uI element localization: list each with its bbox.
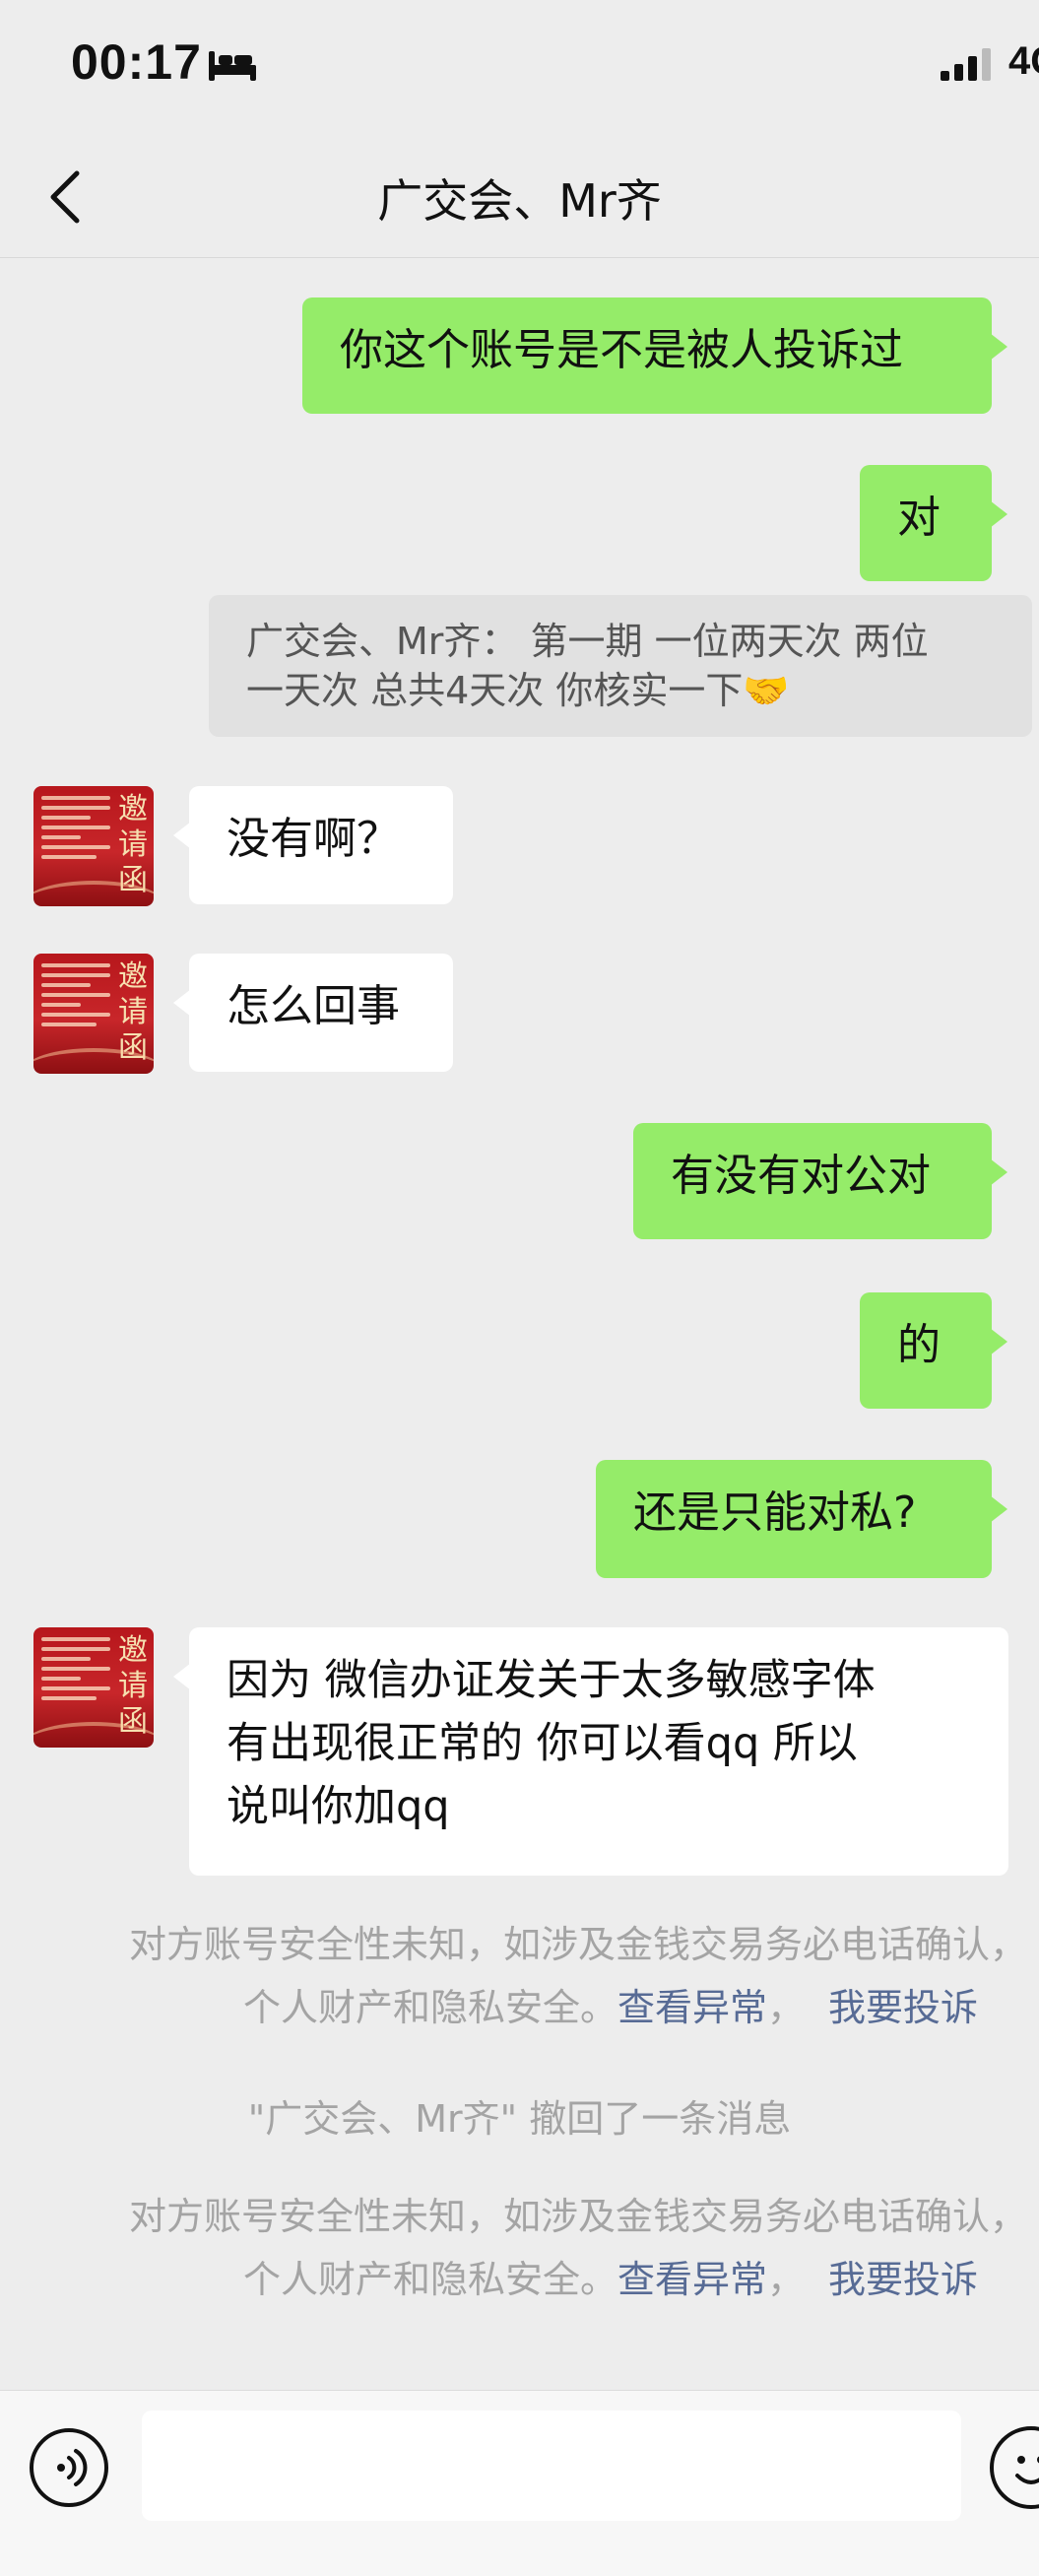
- avatar-glyph: 请: [118, 827, 148, 862]
- avatar-glyph: 请: [118, 995, 148, 1029]
- security-warning-notice: 对方账号安全性未知，如涉及金钱交易务必电话确认， 个人财产和隐私安全。查看异常，…: [129, 1913, 1027, 2039]
- separator: ，: [766, 1986, 805, 2029]
- avatar-glyph: 邀: [118, 959, 148, 994]
- chat-title: 广交会、Mr齐: [377, 174, 662, 228]
- report-link[interactable]: 我要投诉: [828, 1986, 978, 2029]
- bed-icon: [209, 51, 256, 81]
- message-text: 怎么回事: [227, 981, 400, 1031]
- report-link[interactable]: 我要投诉: [828, 2258, 978, 2301]
- avatar[interactable]: 邀请函: [33, 954, 154, 1074]
- incoming-message-bubble[interactable]: 怎么回事: [173, 954, 453, 1072]
- network-label: 4G: [1008, 39, 1039, 83]
- message-text: 有没有对公对: [671, 1151, 931, 1201]
- security-warning-notice: 对方账号安全性未知，如涉及金钱交易务必电话确认， 个人财产和隐私安全。查看异常，…: [129, 2185, 1027, 2311]
- outgoing-message-bubble[interactable]: 有没有对公对: [633, 1123, 1007, 1239]
- avatar[interactable]: 邀请函: [33, 786, 154, 906]
- message-text: 的: [897, 1320, 941, 1370]
- incoming-message-bubble[interactable]: 没有啊？: [173, 786, 453, 904]
- message-line: 有出现很正常的 你可以看qq 所以: [227, 1719, 858, 1768]
- incoming-message-bubble[interactable]: 因为 微信办证发关于太多敏感字体 有出现很正常的 你可以看qq 所以 说叫你加q…: [173, 1627, 1008, 1876]
- outgoing-message-bubble[interactable]: 的: [860, 1292, 1007, 1409]
- warning-line: 对方账号安全性未知，如涉及金钱交易务必电话确认，: [128, 2195, 1027, 2238]
- input-bar: [0, 2390, 1039, 2576]
- signal-icon: [941, 48, 991, 81]
- message-line: 说叫你加qq: [227, 1782, 450, 1831]
- outgoing-message-bubble[interactable]: 你这个账号是不是被人投诉过: [302, 297, 1007, 414]
- emoji-icon[interactable]: [990, 2426, 1039, 2509]
- outgoing-message-bubble[interactable]: 还是只能对私?: [596, 1460, 1007, 1578]
- message-text: 还是只能对私?: [633, 1487, 917, 1538]
- nav-bar: 广交会、Mr齐: [0, 138, 1039, 258]
- message-line: 因为 微信办证发关于太多敏感字体: [227, 1656, 876, 1705]
- recall-notice: "广交会、Mr齐" 撤回了一条消息: [247, 2097, 792, 2141]
- voice-icon[interactable]: [30, 2428, 108, 2507]
- warning-line: 个人财产和隐私安全。: [242, 2258, 617, 2301]
- quote-line: 一天次 总共4天次 你核实一下🤝: [246, 669, 790, 712]
- separator: ，: [766, 2258, 805, 2301]
- warning-line: 对方账号安全性未知，如涉及金钱交易务必电话确认，: [128, 1923, 1027, 1966]
- avatar-glyph: 邀: [118, 1633, 148, 1668]
- message-text: 你这个账号是不是被人投诉过: [340, 325, 903, 375]
- outgoing-message-bubble[interactable]: 对: [860, 465, 1007, 581]
- avatar-glyph: 请: [118, 1669, 148, 1703]
- view-anomaly-link[interactable]: 查看异常: [617, 1986, 767, 2029]
- status-time: 00:17: [71, 34, 202, 90]
- message-text: 对: [897, 493, 941, 543]
- message-input[interactable]: [142, 2411, 961, 2521]
- quote-line: 广交会、Mr齐： 第一期 一位两天次 两位: [246, 620, 929, 663]
- quoted-message[interactable]: 广交会、Mr齐： 第一期 一位两天次 两位 一天次 总共4天次 你核实一下🤝: [209, 595, 1032, 737]
- message-text: 没有啊？: [227, 814, 400, 864]
- avatar[interactable]: 邀请函: [33, 1627, 154, 1748]
- warning-line: 个人财产和隐私安全。: [242, 1986, 617, 2029]
- view-anomaly-link[interactable]: 查看异常: [617, 2258, 767, 2301]
- avatar-glyph: 邀: [118, 792, 148, 826]
